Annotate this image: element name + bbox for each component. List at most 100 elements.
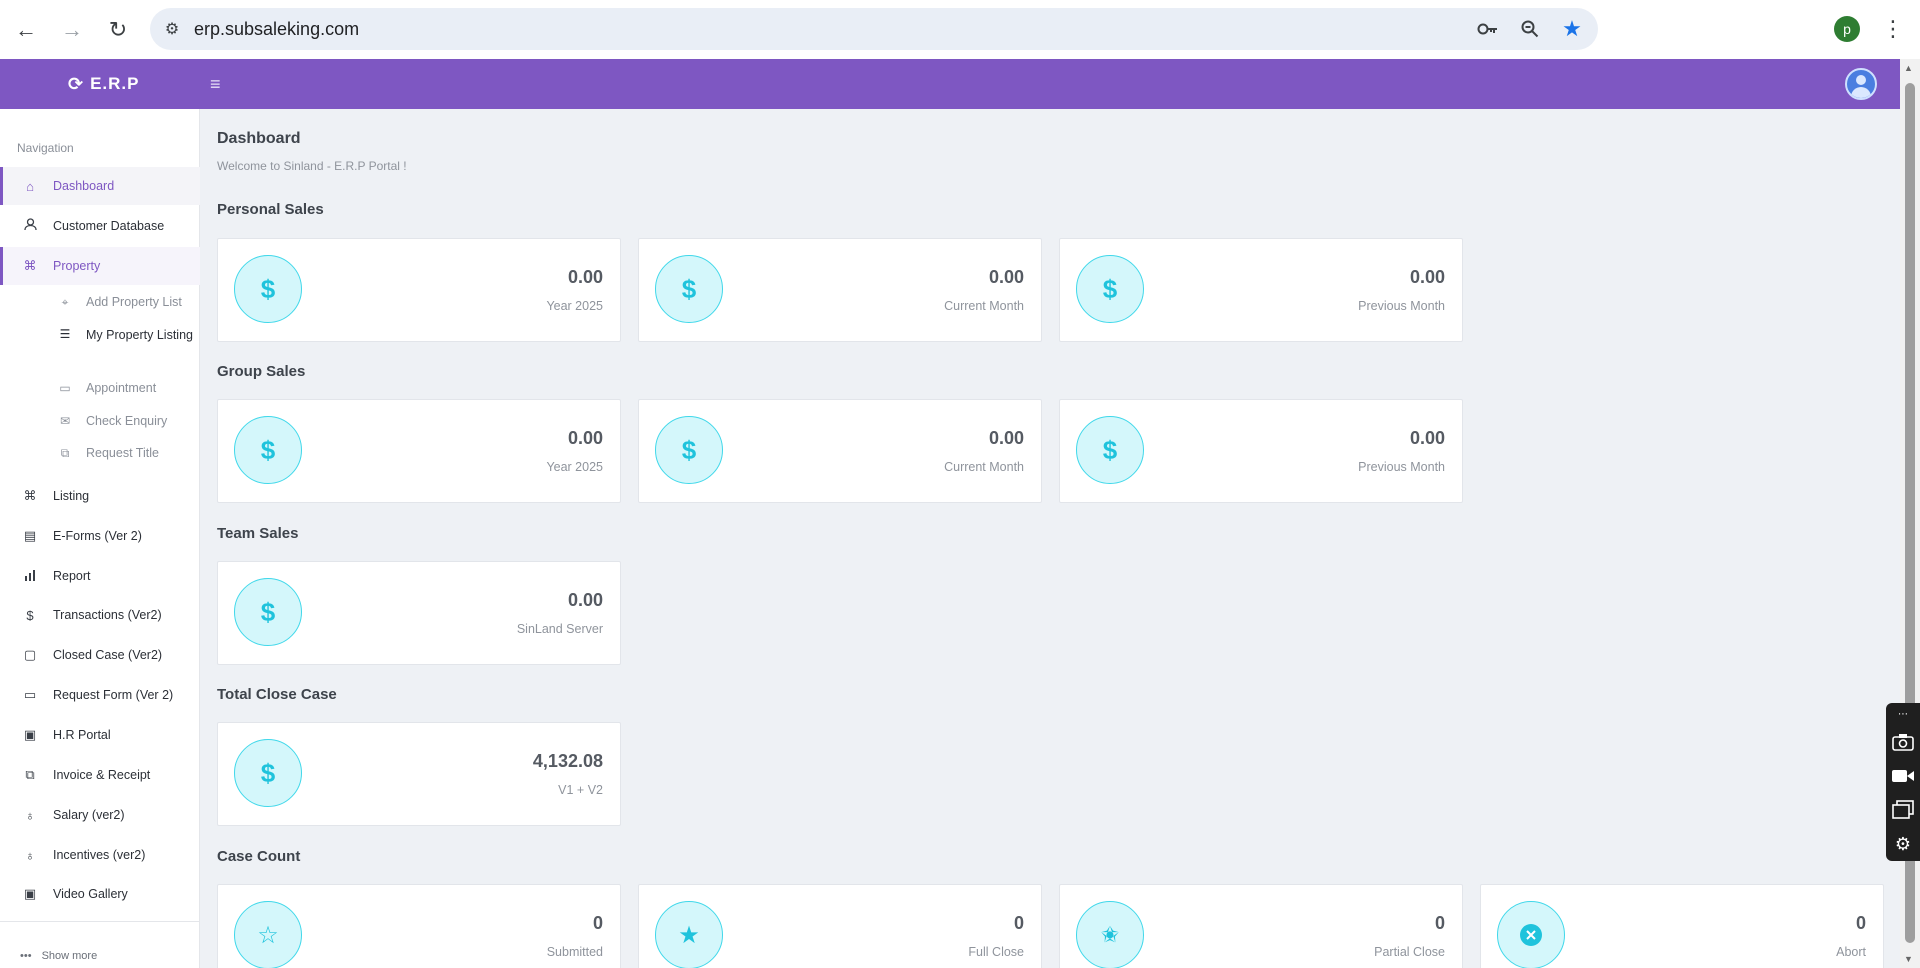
sub-item-request-title[interactable]: ⧉ Request Title (0, 438, 200, 468)
close-circle-icon (1497, 901, 1565, 968)
stat-card: ☆ 0 Submitted (217, 884, 621, 968)
sidebar-item-customer-database[interactable]: Customer Database (0, 207, 200, 245)
dollar-icon: $ (655, 255, 723, 323)
stat-label: Year 2025 (546, 460, 603, 474)
sidebar-item-listing[interactable]: ⌘ Listing (0, 477, 200, 515)
sidebar-item-incentives[interactable]: ♁ Incentives (ver2) (0, 836, 200, 874)
hamburger-menu-icon[interactable]: ≡ (210, 59, 221, 109)
sidebar-item-invoice-receipt[interactable]: ⧉ Invoice & Receipt (0, 756, 200, 794)
erp-logo[interactable]: ⟳ E.R.P (68, 59, 140, 109)
stat-value: 0.00 (988, 428, 1024, 448)
logo-text: E.R.P (90, 74, 140, 93)
stat-label: Submitted (546, 945, 603, 959)
dollar-icon: $ (1076, 255, 1144, 323)
copy-icon: ⧉ (60, 445, 70, 460)
sidebar-item-closed-case[interactable]: ▢ Closed Case (Ver2) (0, 636, 200, 674)
browser-menu-icon[interactable]: ⋮ (1880, 14, 1906, 44)
receipt-icon: ⧉ (25, 767, 35, 782)
sidebar-item-e-forms[interactable]: ▤ E-Forms (Ver 2) (0, 517, 200, 555)
key-icon[interactable] (1474, 15, 1502, 43)
camera-icon[interactable] (1890, 729, 1916, 755)
stat-label: Full Close (968, 945, 1024, 959)
main-content: Dashboard Welcome to Sinland - E.R.P Por… (201, 109, 1900, 968)
video-camera-icon[interactable] (1890, 763, 1916, 789)
welcome-text: Welcome to Sinland - E.R.P Portal ! (217, 159, 407, 173)
listing-icon: ⌘ (23, 488, 37, 503)
property-icon: ⌘ (23, 258, 37, 273)
sub-item-check-enquiry[interactable]: ✉ Check Enquiry (0, 406, 200, 436)
sidebar-item-hr-portal[interactable]: ▣ H.R Portal (0, 716, 200, 754)
id-card-icon: ▣ (23, 727, 37, 742)
envelope-icon: ✉ (59, 414, 71, 428)
floating-tool-panel: ⋯ ⚙ (1886, 703, 1920, 861)
video-icon: ▣ (23, 886, 37, 901)
star-half-icon: ✬ (1076, 901, 1144, 968)
sub-item-appointment[interactable]: ▭ Appointment (0, 373, 200, 403)
bulb-icon: ♁ (25, 847, 35, 863)
sidebar-item-request-form[interactable]: ▭ Request Form (Ver 2) (0, 676, 200, 714)
stat-label: Partial Close (1374, 945, 1445, 959)
sub-item-my-property-listing[interactable]: ☰ My Property Listing (0, 327, 200, 361)
more-icon[interactable]: ⋯ (1890, 707, 1916, 721)
sidebar-item-report[interactable]: Report (0, 557, 200, 595)
stat-value: 0.00 (988, 267, 1024, 287)
stat-label: Current Month (944, 299, 1024, 313)
browser-profile-avatar[interactable]: p (1834, 16, 1860, 42)
sidebar-item-salary[interactable]: ♁ Salary (ver2) (0, 796, 200, 834)
stat-label: V1 + V2 (558, 783, 603, 797)
sidebar-divider (0, 921, 200, 922)
section-title-total-close-case: Total Close Case (217, 686, 337, 703)
dollar-icon: $ (234, 739, 302, 807)
sidebar-item-dashboard[interactable]: ⌂ Dashboard (0, 167, 200, 205)
sidebar-item-video-gallery[interactable]: ▣ Video Gallery (0, 875, 200, 913)
section-title-team-sales: Team Sales (217, 525, 299, 542)
dollar-icon: $ (234, 578, 302, 646)
scroll-down-icon[interactable]: ▼ (1904, 954, 1913, 964)
stat-card: $ 0.00 Previous Month (1059, 399, 1463, 503)
site-settings-icon[interactable]: ⚙ (150, 19, 194, 39)
stat-value: 4,132.08 (532, 751, 603, 771)
stat-label: Year 2025 (546, 299, 603, 313)
user-icon (21, 218, 39, 234)
stat-label: Previous Month (1358, 299, 1445, 313)
stat-card: $ 0.00 Year 2025 (217, 238, 621, 342)
zoom-icon[interactable] (1516, 15, 1544, 43)
sidebar-item-property[interactable]: ⌘ Property (0, 247, 200, 285)
reload-icon[interactable]: ↻ (98, 10, 138, 50)
windows-icon[interactable] (1890, 797, 1916, 823)
app-header: ⟳ E.R.P ≡ (0, 59, 1900, 109)
stat-value: 0.00 (1409, 428, 1445, 448)
stat-value: 0.00 (1409, 267, 1445, 287)
stat-card: $ 0.00 SinLand Server (217, 561, 621, 665)
stat-label: Abort (1836, 945, 1866, 959)
sidebar: Navigation ⌂ Dashboard Customer Database… (0, 109, 200, 968)
dollar-icon: $ (655, 416, 723, 484)
scroll-up-icon[interactable]: ▲ (1904, 63, 1913, 73)
stat-card: $ 0.00 Previous Month (1059, 238, 1463, 342)
star-outline-icon: ☆ (234, 901, 302, 968)
show-more-link[interactable]: ••• Show more (20, 950, 97, 962)
user-avatar[interactable] (1845, 68, 1877, 100)
stat-value: 0 (1434, 913, 1445, 933)
stat-label: SinLand Server (516, 622, 603, 636)
stat-label: Previous Month (1358, 460, 1445, 474)
bookmark-star-icon[interactable]: ★ (1558, 15, 1586, 43)
back-icon[interactable]: ← (6, 10, 46, 50)
gear-icon[interactable]: ⚙ (1890, 831, 1916, 857)
dollar-icon: $ (26, 607, 34, 623)
address-bar[interactable]: ⚙ erp.subsaleking.com ★ (150, 8, 1598, 50)
stat-value: 0 (592, 913, 603, 933)
list-icon: ☰ (59, 327, 71, 341)
ellipsis-icon: ••• (20, 950, 32, 962)
stat-value: 0.00 (567, 428, 603, 448)
sub-item-add-property-list[interactable]: ⌖ Add Property List (0, 287, 200, 317)
url-text[interactable]: erp.subsaleking.com (194, 19, 359, 40)
sidebar-item-transactions[interactable]: $ Transactions (Ver2) (0, 596, 200, 634)
stat-card: $ 4,132.08 V1 + V2 (217, 722, 621, 826)
stat-card: $ 0.00 Year 2025 (217, 399, 621, 503)
bag-icon: ▢ (23, 647, 37, 662)
stat-value: 0.00 (567, 267, 603, 287)
stat-card: ✬ 0 Partial Close (1059, 884, 1463, 968)
bar-chart-icon (21, 569, 39, 584)
forward-icon[interactable]: → (52, 10, 92, 50)
